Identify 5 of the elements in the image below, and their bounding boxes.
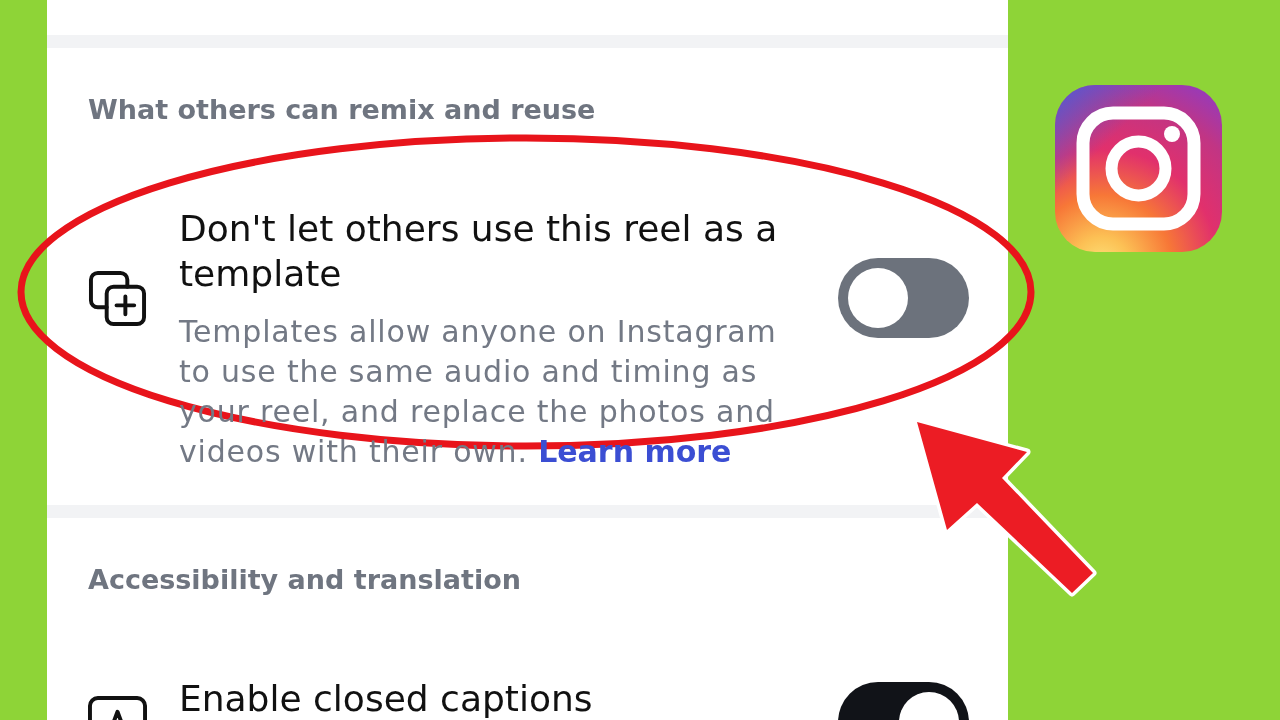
section-header: What others can remix and reuse: [88, 93, 596, 127]
setting-title: Don't let others use this reel as a template: [179, 207, 779, 296]
duplicate-plus-icon: [88, 268, 147, 327]
setting-title: Enable closed captions: [179, 677, 594, 720]
section-header: Accessibility and translation: [88, 563, 521, 597]
